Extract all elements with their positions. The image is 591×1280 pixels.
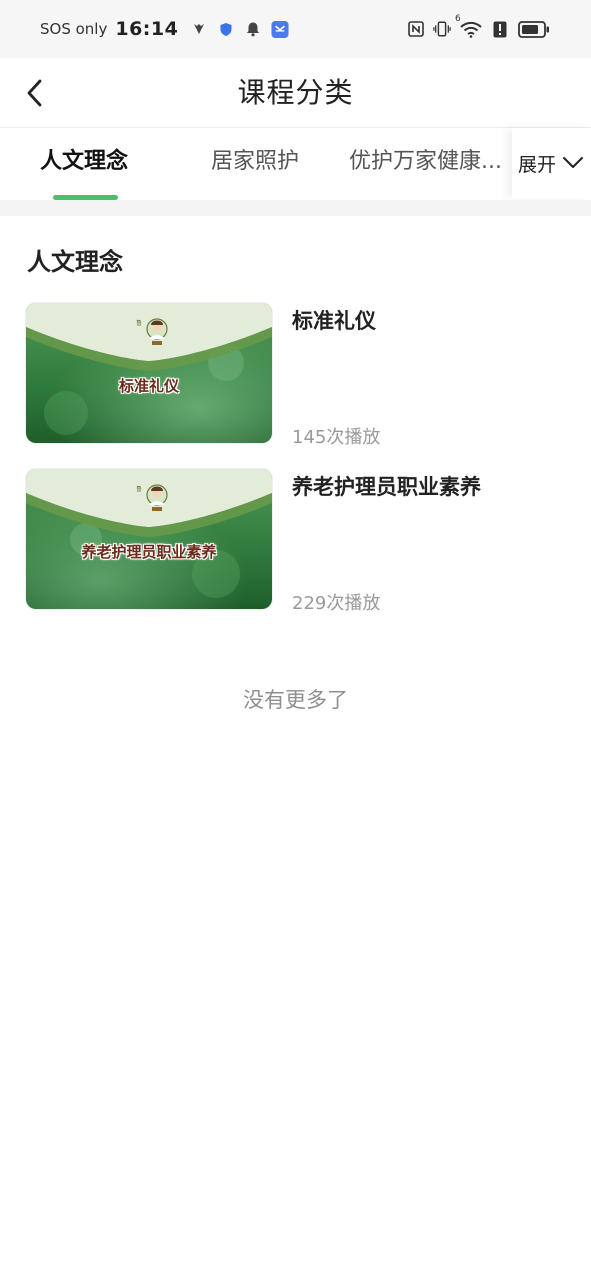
course-item[interactable]: 鲁 标准礼仪 标准礼仪 145次播放 (26, 303, 571, 448)
wifi-icon: 6 (455, 14, 483, 38)
svg-text:鲁: 鲁 (136, 319, 142, 327)
signal-alert-icon (491, 20, 509, 38)
svg-text:鲁: 鲁 (136, 485, 142, 493)
battery-icon (517, 20, 551, 38)
section-separator (0, 200, 591, 216)
tab-home-care[interactable]: 居家照护 (211, 128, 299, 200)
course-thumbnail-art: 鲁 (26, 303, 272, 443)
vibrate-icon (433, 20, 451, 38)
course-thumbnail-art: 鲁 (26, 469, 272, 609)
wifi-generation-label: 6 (455, 14, 461, 24)
category-tabs: 人文理念 居家照护 优护万家健康... (0, 128, 591, 200)
page-title: 课程分类 (237, 76, 354, 109)
chevron-down-icon (563, 157, 584, 168)
course-play-count: 145次播放 (292, 427, 381, 448)
expand-label: 展开 (518, 153, 557, 176)
tab-humanistic-concept[interactable]: 人文理念 (40, 128, 128, 200)
bell-icon (244, 20, 262, 38)
course-title[interactable]: 标准礼仪 (292, 305, 376, 335)
status-left: SOS only 16:14 (40, 18, 289, 40)
status-notification-icons (190, 20, 289, 38)
status-time: 16:14 (115, 18, 179, 40)
no-more-indicator: 没有更多了 (243, 688, 348, 712)
course-item[interactable]: 鲁 养老护理员职业素养 养老护理员职业素养 229次播放 (26, 469, 571, 614)
course-title[interactable]: 养老护理员职业素养 (292, 471, 481, 501)
app-notification-icon (190, 20, 208, 38)
expand-tabs-button[interactable]: 展开 (512, 128, 591, 198)
course-play-count: 229次播放 (292, 593, 381, 614)
course-thumbnail[interactable]: 鲁 养老护理员职业素养 (26, 469, 272, 609)
section-title: 人文理念 (27, 248, 123, 276)
back-button[interactable] (14, 71, 54, 115)
status-bar: SOS only 16:14 6 (0, 0, 591, 58)
course-thumbnail[interactable]: 鲁 标准礼仪 (26, 303, 272, 443)
tab-youhu-health[interactable]: 优护万家健康... (349, 128, 502, 200)
nav-bar: 课程分类 (0, 58, 591, 128)
carrier-label: SOS only (40, 20, 108, 38)
thumbnail-title: 养老护理员职业素养 (81, 543, 217, 561)
shield-icon (217, 20, 235, 38)
thumbnail-title: 标准礼仪 (118, 377, 179, 395)
nfc-icon (407, 20, 425, 38)
app-badge-icon (271, 20, 289, 38)
status-right: 6 (407, 14, 551, 38)
chevron-left-icon (27, 79, 42, 107)
